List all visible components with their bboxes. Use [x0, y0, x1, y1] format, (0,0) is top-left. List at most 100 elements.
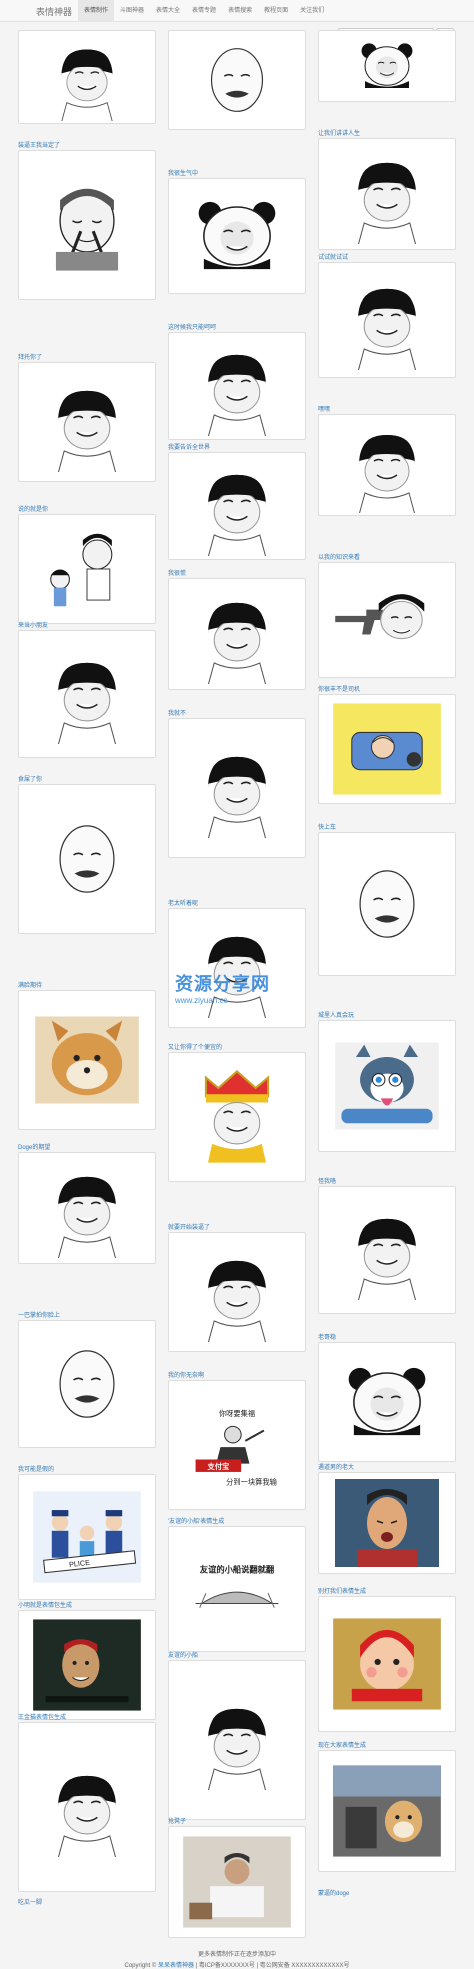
nav-item-tutorial[interactable]: 教程页面: [258, 0, 294, 22]
meme-image[interactable]: [18, 784, 156, 934]
meme-title[interactable]: 来当小朋友: [18, 620, 48, 629]
meme-image[interactable]: [318, 262, 456, 378]
meme-image[interactable]: [318, 832, 456, 976]
meme-title[interactable]: 吃瓜一脚: [18, 1897, 42, 1906]
meme-title[interactable]: 遇道男的老大: [318, 1462, 354, 1471]
meme-title[interactable]: 我要告诉全世界: [168, 442, 210, 451]
meme-title[interactable]: '友谊的小船'表情生成: [168, 1516, 224, 1525]
meme-title[interactable]: 试试就试试: [318, 252, 348, 261]
meme-image[interactable]: [18, 990, 156, 1130]
nav-item-battle[interactable]: 斗图神器: [114, 0, 150, 22]
meme-title[interactable]: 让我们讲讲人生: [318, 128, 360, 137]
panda-meme-illustration: [198, 201, 276, 270]
doge-meme-illustration: [35, 1016, 139, 1104]
meme-image[interactable]: PLICE: [18, 1474, 156, 1600]
meme-title[interactable]: 王金猫表情包生成: [18, 1712, 66, 1721]
meme-title[interactable]: 友谊的小船: [168, 1650, 198, 1659]
meme-image[interactable]: 友谊的小船说翻就翻: [168, 1526, 306, 1652]
meme-title[interactable]: Doge的期望: [18, 1142, 50, 1151]
meme-image[interactable]: [18, 150, 156, 300]
meme-image[interactable]: [18, 30, 156, 124]
brand-logo[interactable]: 表情神器: [36, 5, 72, 18]
meme-title[interactable]: 就要开始装逼了: [168, 1222, 210, 1231]
meme-image[interactable]: [168, 1052, 306, 1182]
bowl-meme-illustration: [207, 354, 267, 436]
meme-title[interactable]: 你很丰不是司机: [318, 684, 360, 693]
meme-title[interactable]: 蒙逼的doge: [318, 1888, 349, 1897]
meme-image[interactable]: [168, 718, 306, 858]
panda-meme-illustration: [348, 1367, 426, 1436]
pray-meme-illustration: [55, 188, 119, 271]
meme-image[interactable]: [168, 178, 306, 294]
meme-meme-illustration: [59, 825, 115, 893]
nav-item-all[interactable]: 表情大全: [150, 0, 186, 22]
meme-title[interactable]: 嘿嘿: [318, 404, 330, 413]
meme-title[interactable]: 我很生气中: [168, 168, 198, 177]
meme-title[interactable]: 装逼王我当定了: [18, 140, 60, 149]
meme-title[interactable]: 别打我们表情生成: [318, 1586, 366, 1595]
nav-item-follow[interactable]: 关注我们: [294, 0, 330, 22]
meme-title[interactable]: 食屎了你: [18, 774, 42, 783]
meme-image[interactable]: [318, 1596, 456, 1732]
main-nav: 表情制作 斗图神器 表情大全 表情专题 表情搜索 教程页面 关注我们: [78, 0, 330, 22]
meme-title[interactable]: 我可能是假的: [18, 1464, 54, 1473]
meme-image[interactable]: [18, 630, 156, 758]
meme-image[interactable]: [318, 1472, 456, 1574]
meme-image[interactable]: [318, 30, 456, 102]
meme-title[interactable]: 老太听着呢: [168, 898, 198, 907]
meme-image[interactable]: [318, 138, 456, 250]
movie-meme-illustration: [33, 1619, 141, 1711]
footer-site-link[interactable]: 呆呆表情神器: [158, 1963, 194, 1969]
meme-title[interactable]: 以我的知识来看: [318, 552, 360, 561]
meme-title[interactable]: 老哥稳: [318, 1332, 336, 1341]
bowl-meme-illustration: [57, 662, 117, 744]
meme-image[interactable]: [18, 1610, 156, 1720]
bowl-meme-illustration: [57, 1775, 117, 1857]
meme-image[interactable]: [318, 562, 456, 678]
meme-title[interactable]: 我的你无奈啊: [168, 1370, 204, 1379]
meme-image[interactable]: [318, 1020, 456, 1152]
meme-title[interactable]: 我很慌: [168, 568, 186, 577]
meme-image[interactable]: [318, 414, 456, 516]
meme-title[interactable]: 快上车: [318, 822, 336, 831]
nav-item-search[interactable]: 表情搜索: [222, 0, 258, 22]
meme-title[interactable]: 怪我咯: [318, 1176, 336, 1185]
meme-image[interactable]: [168, 30, 306, 130]
watermark-text: 资源分享网: [175, 974, 270, 994]
meme-image[interactable]: [168, 578, 306, 690]
meme-image[interactable]: [168, 332, 306, 440]
meme-image[interactable]: [18, 1320, 156, 1448]
meme-image[interactable]: [168, 1660, 306, 1820]
meme-image[interactable]: [18, 514, 156, 624]
meme-title[interactable]: 城里人真会玩: [318, 1010, 354, 1019]
meme-image[interactable]: [18, 1152, 156, 1264]
meme-title[interactable]: 我就不: [168, 708, 186, 717]
meme-image[interactable]: [318, 1186, 456, 1314]
point-meme-illustration: [50, 533, 113, 607]
meme-image[interactable]: [18, 362, 156, 482]
meme-title[interactable]: 说的就是你: [18, 504, 48, 513]
meme-title[interactable]: 一巴掌拍你脸上: [18, 1310, 60, 1319]
meme-image[interactable]: [318, 694, 456, 804]
police-meme-illustration: PLICE: [33, 1491, 141, 1583]
meme-title[interactable]: 现在大家表情生成: [318, 1740, 366, 1749]
meme-image[interactable]: [168, 452, 306, 560]
meme-image[interactable]: [168, 1826, 306, 1938]
meme-image[interactable]: [318, 1342, 456, 1462]
meme-image[interactable]: [318, 1750, 456, 1872]
meme-title[interactable]: 拜托你了: [18, 352, 42, 361]
meme-title[interactable]: 又让你得了个便宜的: [168, 1042, 222, 1051]
nav-item-make[interactable]: 表情制作: [78, 0, 115, 22]
meme-title[interactable]: 抢凳子: [168, 1816, 186, 1825]
meme-image[interactable]: [168, 1232, 306, 1352]
meme-image[interactable]: [18, 1722, 156, 1892]
meme-title[interactable]: 这时候我只能呵呵: [168, 322, 216, 331]
meme-image[interactable]: 你呀要集福 支付宝 分到一块算我输: [168, 1380, 306, 1510]
meme-title[interactable]: 满脸期待: [18, 980, 42, 989]
bowl-meme-illustration: [357, 162, 417, 244]
nav-item-topics[interactable]: 表情专题: [186, 0, 222, 22]
footer-copyright: Copyright © 呆呆表情神器 | 粤ICP备XXXXXXX号 | 粤公网…: [0, 1960, 474, 1969]
meme-title[interactable]: 小明就是表情包生成: [18, 1600, 72, 1609]
bowl-meme-illustration: [357, 1218, 417, 1300]
meme-image[interactable]: [168, 908, 306, 1028]
